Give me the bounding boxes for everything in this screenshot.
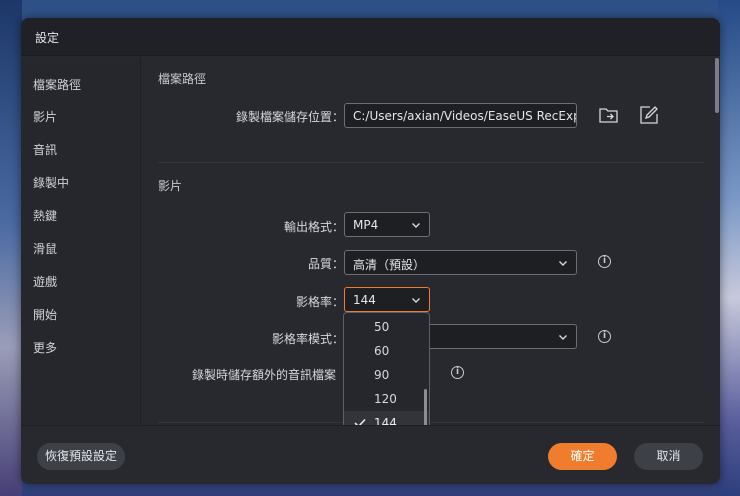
content-scrollbar[interactable] bbox=[715, 58, 719, 113]
quality-select[interactable]: 高清（預設） bbox=[344, 250, 577, 275]
frame-rate-mode-info-icon[interactable]: i bbox=[598, 330, 611, 343]
checkmark-icon bbox=[354, 418, 366, 425]
sidebar-item-recording[interactable]: 錄製中 bbox=[33, 174, 69, 191]
ok-button[interactable]: 確定 bbox=[548, 443, 617, 470]
quality-label: 品質： bbox=[307, 257, 344, 271]
settings-content: 檔案路徑 錄製檔案儲存位置： C:/Users/axian/Videos/Eas… bbox=[142, 57, 714, 425]
save-location-label: 錄製檔案儲存位置： bbox=[235, 110, 344, 124]
chevron-down-icon bbox=[412, 223, 420, 228]
output-format-select[interactable]: MP4 bbox=[344, 212, 430, 237]
sidebar-item-game[interactable]: 遊戲 bbox=[33, 273, 57, 290]
sidebar-item-more[interactable]: 更多 bbox=[33, 339, 57, 356]
edit-icon[interactable] bbox=[638, 104, 660, 126]
settings-sidebar: 檔案路徑 影片 音訊 錄製中 熱鍵 滑鼠 遊戲 開始 更多 bbox=[21, 57, 141, 425]
dialog-titlebar: 設定 bbox=[21, 18, 720, 56]
sidebar-item-start[interactable]: 開始 bbox=[33, 306, 57, 323]
frame-rate-option[interactable]: 60 bbox=[344, 339, 429, 363]
section-title-file-path: 檔案路徑 bbox=[158, 72, 207, 86]
frame-rate-option[interactable]: 120 bbox=[344, 387, 429, 411]
chevron-down-icon bbox=[559, 335, 567, 340]
frame-rate-mode-label: 影格率模式： bbox=[271, 332, 344, 346]
sidebar-item-hotkeys[interactable]: 熱鍵 bbox=[33, 207, 57, 224]
cancel-button[interactable]: 取消 bbox=[634, 443, 703, 470]
dialog-title: 設定 bbox=[35, 31, 60, 45]
frame-rate-option[interactable]: 50 bbox=[344, 315, 429, 339]
frame-rate-option-label: 144 bbox=[374, 416, 397, 425]
sidebar-item-file-path[interactable]: 檔案路徑 bbox=[33, 76, 81, 93]
frame-rate-dropdown: 50 60 90 120 144 bbox=[343, 312, 430, 425]
frame-rate-label: 影格率： bbox=[295, 295, 344, 309]
frame-rate-option-selected[interactable]: 144 bbox=[344, 411, 429, 425]
output-format-value: MP4 bbox=[353, 218, 379, 232]
quality-info-icon[interactable]: i bbox=[598, 255, 611, 268]
folder-open-icon[interactable] bbox=[598, 104, 620, 126]
section-title-video: 影片 bbox=[158, 179, 183, 193]
save-location-value: C:/Users/axian/Videos/EaseUS RecExperts bbox=[353, 109, 576, 123]
desktop-background-right bbox=[718, 0, 740, 496]
extra-audio-info-icon[interactable]: i bbox=[451, 366, 464, 379]
reset-defaults-button[interactable]: 恢復預設設定 bbox=[37, 443, 125, 470]
dialog-footer: 恢復預設設定 確定 取消 bbox=[21, 425, 720, 484]
frame-rate-select[interactable]: 144 bbox=[344, 287, 430, 312]
section-divider bbox=[158, 422, 705, 423]
section-divider bbox=[158, 162, 705, 163]
save-location-field[interactable]: C:/Users/axian/Videos/EaseUS RecExperts bbox=[344, 103, 577, 128]
output-format-label: 輸出格式： bbox=[283, 220, 344, 234]
chevron-down-icon bbox=[559, 261, 567, 266]
extra-audio-label: 錄製時儲存額外的音訊檔案 bbox=[191, 368, 336, 382]
frame-rate-option[interactable]: 90 bbox=[344, 363, 429, 387]
quality-value: 高清（預設） bbox=[353, 258, 426, 272]
dropdown-scrollbar[interactable] bbox=[424, 389, 427, 425]
sidebar-item-video[interactable]: 影片 bbox=[33, 108, 57, 125]
frame-rate-value: 144 bbox=[353, 293, 376, 307]
sidebar-item-mouse[interactable]: 滑鼠 bbox=[33, 240, 57, 257]
settings-dialog: 設定 檔案路徑 影片 音訊 錄製中 熱鍵 滑鼠 遊戲 開始 更多 檔案路徑 錄製… bbox=[21, 18, 720, 484]
chevron-down-icon bbox=[412, 298, 420, 303]
desktop-background-left bbox=[0, 0, 22, 496]
sidebar-item-audio[interactable]: 音訊 bbox=[33, 141, 57, 158]
